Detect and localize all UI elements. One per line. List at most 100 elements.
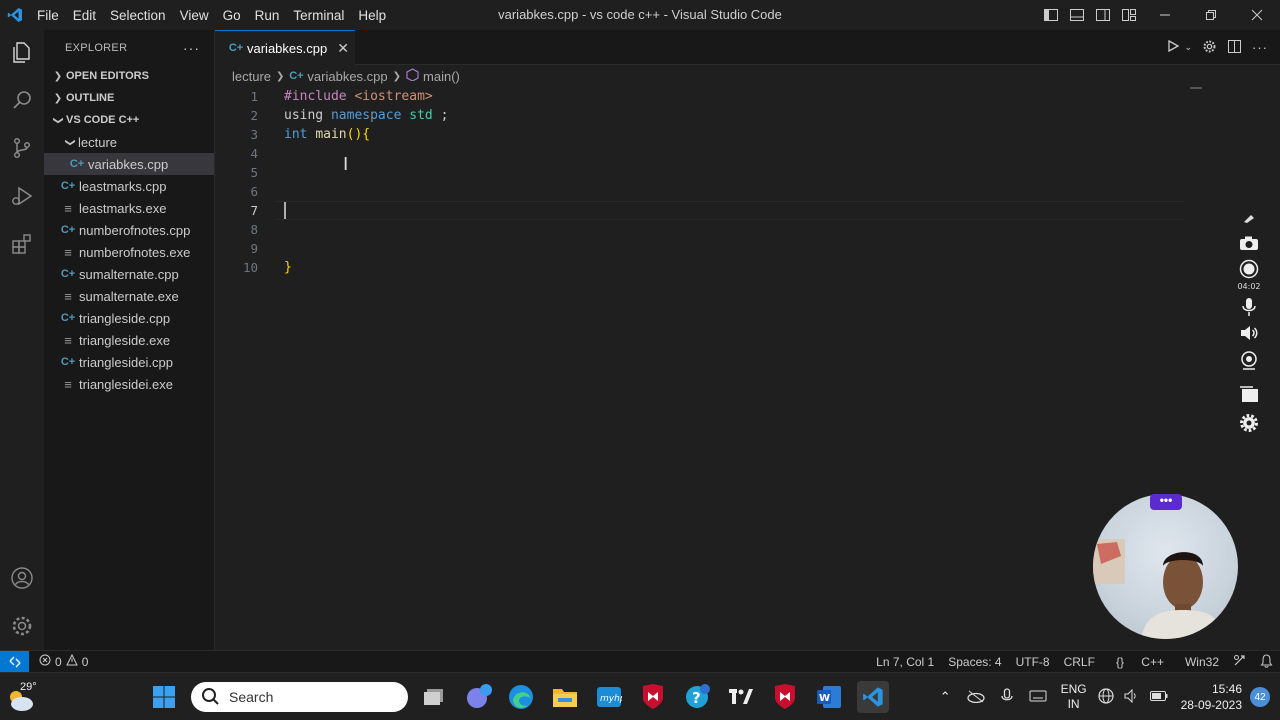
outline-section[interactable]: ❯ OUTLINE [44, 87, 214, 109]
activity-bar [0, 30, 44, 650]
indentation[interactable]: Spaces: 4 [941, 655, 1008, 669]
microphone-tray-icon[interactable] [1000, 687, 1013, 707]
weather-widget[interactable]: 29° [6, 679, 46, 715]
menu-view[interactable]: View [173, 8, 216, 23]
file-item[interactable]: C+ sumalternate.cpp [44, 263, 214, 285]
breadcrumb-symbol[interactable]: main() [423, 69, 460, 84]
menu-edit[interactable]: Edit [66, 8, 103, 23]
task-view-icon[interactable] [418, 681, 450, 713]
platform-config[interactable]: Win32 [1178, 655, 1226, 669]
tradingview-icon[interactable] [725, 681, 757, 713]
toggle-primary-sidebar-icon[interactable] [1038, 0, 1064, 30]
menu-run[interactable]: Run [248, 8, 287, 23]
open-editors-section[interactable]: ❯ OPEN EDITORS [44, 65, 214, 87]
line-number: 5 [250, 165, 258, 180]
file-item-selected[interactable]: C+ variabkes.cpp [44, 153, 214, 175]
more-actions-icon[interactable]: ··· [1252, 40, 1268, 55]
folder-lecture[interactable]: ❯ lecture [44, 131, 214, 153]
volume-icon[interactable] [1124, 688, 1140, 706]
source-control-icon[interactable] [0, 126, 44, 170]
menu-file[interactable]: File [30, 8, 66, 23]
run-dropdown-chevron-icon[interactable]: ⌄ [1184, 42, 1192, 53]
pen-icon[interactable] [1232, 214, 1266, 224]
accounts-icon[interactable] [0, 556, 44, 600]
toggle-panel-icon[interactable] [1064, 0, 1090, 30]
webcam-icon[interactable] [1232, 350, 1266, 372]
file-item[interactable]: C+ triangleside.cpp [44, 307, 214, 329]
remote-window-icon[interactable] [0, 650, 29, 673]
problems-indicator[interactable]: 0 0 [39, 653, 88, 669]
file-item[interactable]: ≡ trianglesidei.exe [44, 373, 214, 395]
error-count: 0 [55, 654, 62, 669]
file-explorer-icon[interactable] [549, 681, 581, 713]
toggle-secondary-sidebar-icon[interactable] [1090, 0, 1116, 30]
explorer-icon[interactable] [0, 30, 44, 74]
line-number: 6 [250, 184, 258, 199]
line-number: 3 [250, 127, 258, 142]
system-clock[interactable]: 15:46 28-09-2023 [1181, 681, 1242, 713]
edge-browser-icon[interactable] [505, 681, 537, 713]
show-hidden-icons-chevron-icon[interactable]: ⌃ [940, 689, 951, 705]
help-app-icon[interactable]: ? [681, 681, 713, 713]
recorder-settings-gear-icon[interactable] [1232, 412, 1266, 434]
manage-gear-icon[interactable] [0, 604, 44, 648]
cursor-position[interactable]: Ln 7, Col 1 [869, 655, 941, 669]
webcam-options-icon[interactable]: ••• [1150, 494, 1182, 510]
file-item[interactable]: C+ leastmarks.cpp [44, 175, 214, 197]
menu-go[interactable]: Go [216, 8, 248, 23]
run-file-icon[interactable] [1166, 39, 1180, 56]
battery-icon[interactable] [1149, 690, 1168, 704]
customize-layout-icon[interactable] [1116, 0, 1142, 30]
input-language[interactable]: ENG IN [1061, 682, 1087, 712]
onedrive-icon[interactable] [966, 689, 985, 706]
microphone-icon[interactable] [1232, 296, 1266, 318]
mcafee-icon[interactable] [637, 681, 669, 713]
close-tab-icon[interactable]: ✕ [337, 40, 349, 57]
file-item[interactable]: ≡ leastmarks.exe [44, 197, 214, 219]
extensions-icon[interactable] [0, 222, 44, 266]
teams-chat-icon[interactable] [462, 681, 494, 713]
minimize-button[interactable] [1142, 0, 1188, 30]
windows-start-icon[interactable] [148, 681, 180, 713]
notifications-bell-icon[interactable] [1253, 653, 1280, 671]
symbol-method-icon [406, 68, 419, 84]
menu-help[interactable]: Help [351, 8, 393, 23]
settings-gear-icon[interactable] [1202, 39, 1217, 57]
file-item[interactable]: ≡ numberofnotes.exe [44, 241, 214, 263]
restore-button[interactable] [1188, 0, 1234, 30]
text-cursor [284, 202, 286, 219]
line-number: 1 [250, 89, 258, 104]
file-item[interactable]: ≡ triangleside.exe [44, 329, 214, 351]
word-icon[interactable]: W [813, 681, 845, 713]
workspace-section[interactable]: ❯ VS CODE C++ [44, 109, 214, 131]
network-globe-icon[interactable] [1098, 687, 1114, 707]
end-of-line[interactable]: CRLF [1057, 655, 1102, 669]
menu-terminal[interactable]: Terminal [286, 8, 351, 23]
encoding[interactable]: UTF-8 [1009, 655, 1057, 669]
taskbar-search[interactable]: Search [191, 682, 408, 712]
feedback-icon[interactable] [1226, 654, 1253, 670]
camera-icon[interactable] [1232, 232, 1266, 254]
menu-selection[interactable]: Selection [103, 8, 173, 23]
search-icon[interactable] [0, 78, 44, 122]
close-window-button[interactable] [1234, 0, 1280, 30]
breadcrumb-file[interactable]: variabkes.cpp [307, 69, 387, 84]
file-item[interactable]: C+ numberofnotes.cpp [44, 219, 214, 241]
tab-variabkes-cpp[interactable]: C+ variabkes.cpp ✕ [215, 30, 355, 65]
vscode-taskbar-icon[interactable] [857, 681, 889, 713]
notification-count-badge[interactable]: 42 [1250, 687, 1270, 707]
record-icon[interactable] [1232, 258, 1266, 280]
speaker-icon[interactable] [1232, 322, 1266, 344]
split-editor-icon[interactable] [1227, 39, 1242, 57]
file-item[interactable]: ≡ sumalternate.exe [44, 285, 214, 307]
myhp-icon[interactable]: myhp [593, 681, 625, 713]
keyboard-icon[interactable] [1029, 690, 1047, 705]
breadcrumb-folder[interactable]: lecture [232, 69, 271, 84]
explorer-sidebar: EXPLORER ··· ❯ OPEN EDITORS ❯ OUTLINE ❯ VS … [44, 30, 215, 650]
screen-area-icon[interactable] [1232, 384, 1266, 406]
more-actions-icon[interactable]: ··· [183, 40, 200, 56]
run-and-debug-icon[interactable] [0, 174, 44, 218]
mcafee-security-icon[interactable] [769, 681, 801, 713]
file-item[interactable]: C+ trianglesidei.cpp [44, 351, 214, 373]
language-mode[interactable]: {} C++ [1102, 655, 1178, 669]
